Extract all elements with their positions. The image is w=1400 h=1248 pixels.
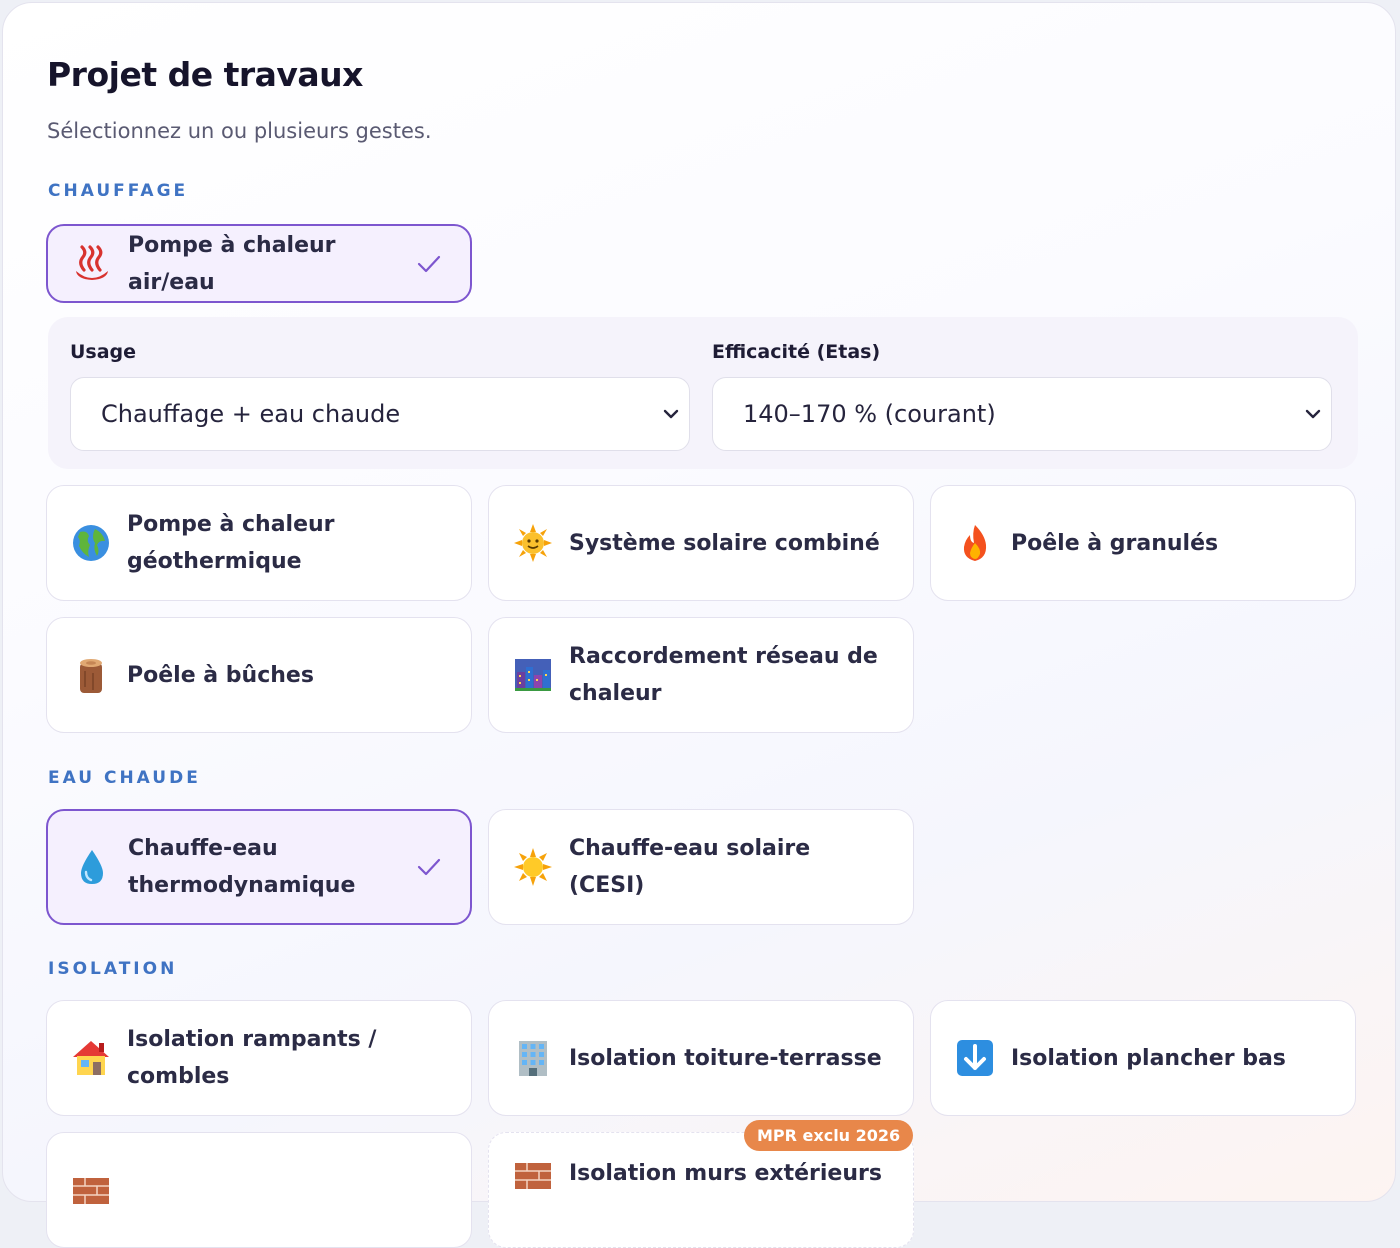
pompe-config-panel: Usage Chauffage + eau chaude Efficacité … bbox=[48, 317, 1358, 469]
mpr-exclu-badge: MPR exclu 2026 bbox=[744, 1120, 914, 1151]
droplet-icon bbox=[72, 847, 112, 887]
wood-log-icon bbox=[71, 655, 111, 695]
chevron-down-icon bbox=[1305, 409, 1321, 419]
card-label: Chauffe-eau solaire (CESI) bbox=[569, 836, 811, 898]
card-label: Isolation toiture-terrasse bbox=[569, 1045, 882, 1071]
house-icon bbox=[71, 1038, 111, 1078]
card-isolation-toiture-terrasse[interactable]: Isolation toiture-terrasse bbox=[488, 1000, 914, 1116]
down-arrow-icon bbox=[955, 1038, 995, 1078]
card-label: Poêle à granulés bbox=[1011, 530, 1219, 556]
usage-select[interactable]: Chauffage + eau chaude bbox=[70, 377, 690, 451]
city-icon bbox=[513, 655, 553, 695]
sun-icon bbox=[513, 847, 553, 887]
card-solaire-combine[interactable]: Système solaire combiné bbox=[488, 485, 914, 601]
efficacite-select-value: 140–170 % (courant) bbox=[743, 400, 996, 428]
card-poele-granules[interactable]: Poêle à granulés bbox=[930, 485, 1356, 601]
globe-icon bbox=[71, 523, 111, 563]
card-label: Isolation rampants / combles bbox=[127, 1027, 377, 1089]
card-poele-buches[interactable]: Poêle à bûches bbox=[46, 617, 472, 733]
card-label: Pompe à chaleur géothermique bbox=[127, 512, 335, 574]
office-building-icon bbox=[513, 1038, 553, 1078]
card-isolation-plancher-bas[interactable]: Isolation plancher bas bbox=[930, 1000, 1356, 1116]
check-icon bbox=[417, 255, 441, 272]
page-title: Projet de travaux bbox=[47, 55, 363, 94]
fire-icon bbox=[955, 523, 995, 563]
check-icon bbox=[417, 858, 441, 876]
section-label-chauffage: CHAUFFAGE bbox=[48, 181, 189, 201]
card-label: Raccordement réseau de chaleur bbox=[569, 644, 878, 706]
sun-icon bbox=[513, 523, 553, 563]
card-chauffe-eau-solaire[interactable]: Chauffe-eau solaire (CESI) bbox=[488, 809, 914, 925]
card-label: Isolation murs extérieurs bbox=[569, 1161, 882, 1186]
card-pompe-air-eau[interactable]: Pompe à chaleur air/eau bbox=[46, 224, 472, 303]
hot-springs-icon bbox=[72, 244, 112, 284]
card-label: Poêle à bûches bbox=[127, 662, 314, 688]
card-label: Pompe à chaleur air/eau bbox=[128, 232, 336, 295]
brick-icon bbox=[513, 1155, 553, 1195]
card-reseau-chaleur[interactable]: Raccordement réseau de chaleur bbox=[488, 617, 914, 733]
card-pompe-geothermique[interactable]: Pompe à chaleur géothermique bbox=[46, 485, 472, 601]
efficacite-select[interactable]: 140–170 % (courant) bbox=[712, 377, 1332, 451]
efficacite-label: Efficacité (Etas) bbox=[712, 341, 881, 363]
travaux-panel: Projet de travaux Sélectionnez un ou plu… bbox=[2, 2, 1396, 1248]
card-isolation-combles[interactable]: Isolation rampants / combles bbox=[46, 1000, 472, 1116]
brick-icon bbox=[71, 1170, 111, 1210]
section-label-eau-chaude: EAU CHAUDE bbox=[48, 768, 201, 788]
section-label-isolation: ISOLATION bbox=[48, 959, 178, 979]
card-chauffe-eau-thermo[interactable]: Chauffe-eau thermodynamique bbox=[46, 809, 472, 925]
chevron-down-icon bbox=[663, 409, 679, 419]
usage-label: Usage bbox=[70, 341, 137, 363]
page-subtitle: Sélectionnez un ou plusieurs gestes. bbox=[47, 119, 432, 143]
card-label: Chauffe-eau thermodynamique bbox=[128, 836, 356, 898]
card-label: Isolation plancher bas bbox=[1011, 1045, 1286, 1071]
card-isolation-partial[interactable] bbox=[46, 1132, 472, 1248]
usage-select-value: Chauffage + eau chaude bbox=[101, 400, 401, 428]
card-label: Système solaire combiné bbox=[569, 530, 880, 556]
